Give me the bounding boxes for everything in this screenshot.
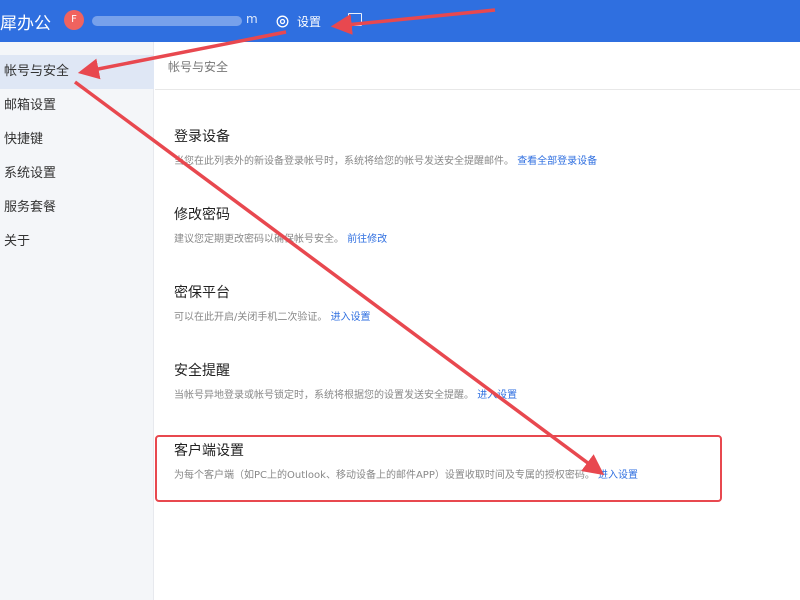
top-bar: 犀办公 F m 设置 [0,0,800,42]
sidebar-item-account-security[interactable]: 帐号与安全 [0,55,154,89]
section-title: 安全提醒 [174,363,230,379]
section-desc-text: 建议您定期更改密码以确保帐号安全。 [174,234,344,245]
divider [155,89,800,90]
security-alerts-settings-link[interactable]: 进入设置 [477,390,517,401]
gear-icon [276,15,289,27]
section-login-devices: 登录设备 当您在此列表外的新设备登录帐号时，系统将给您的帐号发送安全提醒邮件。 … [174,127,714,169]
window-icon[interactable] [348,13,362,26]
section-desc-text: 当您在此列表外的新设备登录帐号时，系统将给您的帐号发送安全提醒邮件。 [174,156,514,167]
account-name-tail: m [246,12,258,26]
section-security-alerts: 安全提醒 当帐号异地登录或帐号锁定时，系统将根据您的设置发送安全提醒。 进入设置 [174,361,714,403]
settings-button[interactable]: 设置 [276,11,321,31]
settings-label: 设置 [297,14,322,29]
section-description: 建议您定期更改密码以确保帐号安全。 前往修改 [174,233,714,247]
section-desc-text: 可以在此开启/关闭手机二次验证。 [174,312,328,323]
sidebar-item-service-plan[interactable]: 服务套餐 [0,191,154,225]
section-title: 修改密码 [174,207,230,223]
section-description: 可以在此开启/关闭手机二次验证。 进入设置 [174,311,714,325]
sidebar-item-system-settings[interactable]: 系统设置 [0,157,154,191]
change-password-link[interactable]: 前往修改 [347,234,387,245]
sidebar-item-mailbox-settings[interactable]: 邮箱设置 [0,89,154,123]
section-security-platform: 密保平台 可以在此开启/关闭手机二次验证。 进入设置 [174,283,714,325]
section-desc-text: 当帐号异地登录或帐号锁定时，系统将根据您的设置发送安全提醒。 [174,390,474,401]
section-title: 登录设备 [174,129,230,145]
sidebar-item-about[interactable]: 关于 [0,225,154,259]
sidebar: 帐号与安全 邮箱设置 快捷键 系统设置 服务套餐 关于 [0,42,154,600]
section-change-password: 修改密码 建议您定期更改密码以确保帐号安全。 前往修改 [174,205,714,247]
section-title: 密保平台 [174,285,230,301]
breadcrumb: 帐号与安全 [168,60,229,74]
section-description: 当您在此列表外的新设备登录帐号时，系统将给您的帐号发送安全提醒邮件。 查看全部登… [174,155,714,169]
account-blur [92,16,242,26]
sidebar-item-shortcuts[interactable]: 快捷键 [0,123,154,157]
avatar[interactable]: F [64,10,84,30]
security-platform-settings-link[interactable]: 进入设置 [331,312,371,323]
highlight-box [155,435,722,502]
view-all-devices-link[interactable]: 查看全部登录设备 [517,156,597,167]
account-name: m [92,12,282,30]
app-brand: 犀办公 [0,14,51,34]
section-description: 当帐号异地登录或帐号锁定时，系统将根据您的设置发送安全提醒。 进入设置 [174,389,714,403]
